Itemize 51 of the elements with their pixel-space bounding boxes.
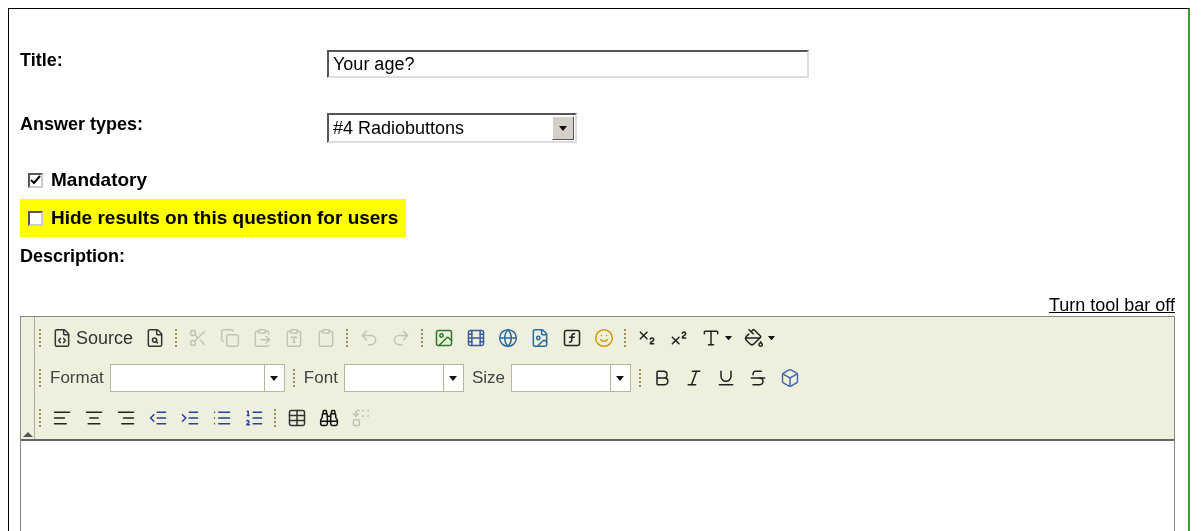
align-left-icon bbox=[52, 408, 72, 428]
toolbar-toggle-link[interactable]: Turn tool bar off bbox=[1048, 292, 1175, 316]
checkbox-label: Hide results on this question for users bbox=[51, 205, 399, 230]
toolbar-grip bbox=[421, 329, 425, 347]
combo-field[interactable] bbox=[343, 364, 464, 392]
toolbar-grip bbox=[274, 409, 277, 427]
field-label: Description: bbox=[20, 245, 125, 268]
answer-type-select[interactable]: #4 Radiobuttons bbox=[327, 113, 577, 143]
toolbar-grip bbox=[39, 329, 42, 347]
copy-icon bbox=[220, 328, 241, 348]
replace-icon bbox=[351, 408, 371, 428]
field-label: Answer types: bbox=[20, 112, 145, 136]
source-button[interactable]: Source bbox=[46, 322, 140, 354]
align-center-icon bbox=[84, 408, 104, 428]
combo-field[interactable] bbox=[109, 364, 285, 392]
combo-label: Size bbox=[471, 367, 505, 390]
smiley-icon bbox=[594, 328, 615, 348]
caret-icon bbox=[270, 375, 279, 381]
bulleted-list-icon bbox=[212, 408, 232, 428]
toolbar-grip bbox=[292, 369, 296, 387]
globe-icon bbox=[498, 328, 519, 348]
checkbox[interactable] bbox=[28, 210, 43, 226]
caret-icon bbox=[449, 375, 458, 381]
checkbox[interactable] bbox=[28, 172, 43, 188]
toolbar-grip bbox=[346, 329, 350, 347]
indent-icon bbox=[180, 408, 200, 428]
find-icon bbox=[319, 408, 339, 428]
outdent-icon bbox=[148, 408, 168, 428]
caret-icon bbox=[768, 335, 776, 341]
numbered-list-icon bbox=[244, 408, 264, 428]
caret-icon bbox=[725, 335, 733, 341]
align-right-icon bbox=[116, 408, 136, 428]
title-field[interactable]: Your age? bbox=[327, 50, 809, 78]
paste-icon bbox=[252, 328, 273, 348]
caret-icon bbox=[616, 375, 625, 381]
toolbar-grip bbox=[624, 329, 628, 347]
caret-icon bbox=[559, 125, 567, 131]
function-icon bbox=[562, 328, 583, 348]
table-icon bbox=[287, 408, 307, 428]
source-icon bbox=[52, 328, 72, 348]
combo-field[interactable] bbox=[510, 364, 631, 392]
checkbox-label: Mandatory bbox=[51, 167, 148, 192]
background-color-icon bbox=[744, 328, 765, 348]
combo-label: Format bbox=[50, 367, 104, 390]
combo-label: Font bbox=[303, 367, 338, 390]
toolbar-grip bbox=[39, 409, 42, 427]
toolbar-grip bbox=[175, 329, 179, 347]
toolbar-grip bbox=[638, 369, 642, 387]
image-icon bbox=[434, 328, 455, 348]
field-label: Title: bbox=[20, 48, 64, 72]
toolbar-grip bbox=[39, 369, 42, 387]
